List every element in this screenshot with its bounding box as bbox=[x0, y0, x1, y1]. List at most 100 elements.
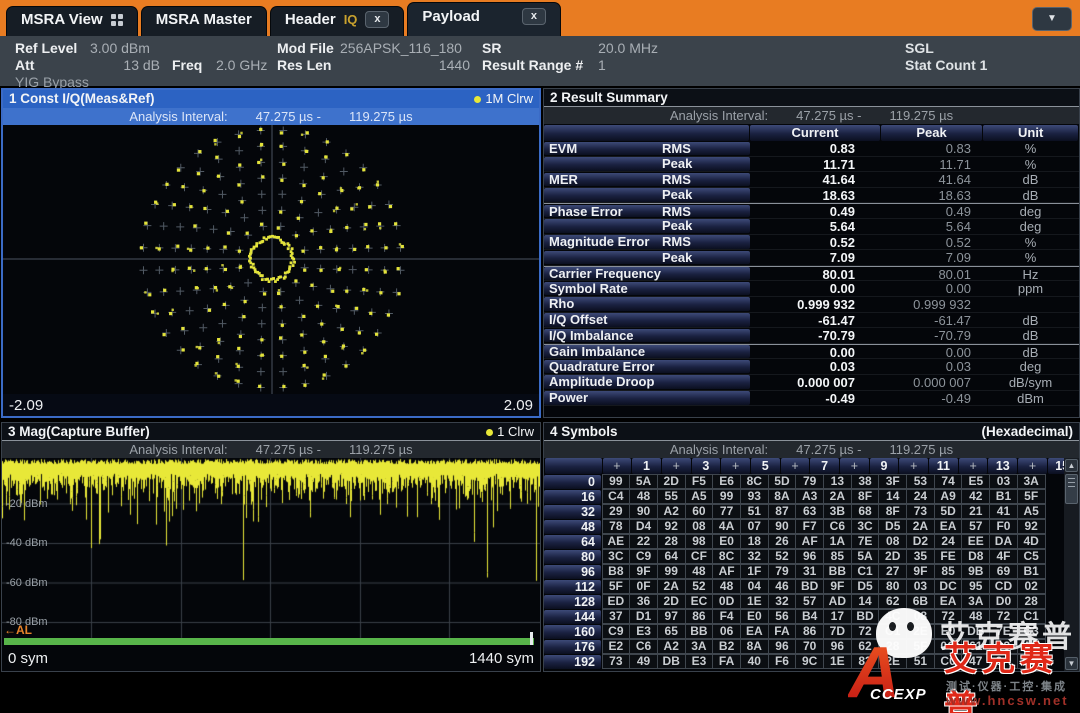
hex-cell: EE bbox=[961, 534, 990, 549]
hex-cell: B1 bbox=[1017, 564, 1046, 579]
hex-cell: EA bbox=[740, 624, 769, 639]
sr-value: 20.0 MHz bbox=[590, 40, 658, 56]
hex-cell: A9 bbox=[934, 489, 963, 504]
symbols-row-index: 144 bbox=[544, 610, 601, 625]
symbols-row-index: 128 bbox=[544, 595, 601, 610]
hex-cell: 31 bbox=[795, 564, 824, 579]
summary-row: Peak18.6318.63dB bbox=[544, 188, 1079, 204]
symbols-scrollbar[interactable]: ▲ ▼ bbox=[1064, 458, 1079, 671]
result-range-label[interactable]: Result Range # bbox=[482, 57, 583, 73]
symbols-col-header: 1 bbox=[632, 458, 661, 474]
symbols-row-index: 96 bbox=[544, 565, 601, 580]
summary-row-label: Carrier Frequency Error bbox=[544, 267, 750, 280]
symbols-format-label: (Hexadecimal) bbox=[981, 423, 1073, 441]
tab-payload[interactable]: Payload x bbox=[407, 2, 561, 36]
sr-label[interactable]: SR bbox=[482, 40, 501, 56]
hex-cell: 72 bbox=[851, 624, 880, 639]
mag-x-min: 0 sym bbox=[8, 650, 48, 667]
hex-cell: 02 bbox=[1017, 579, 1046, 594]
hex-cell: 9C bbox=[795, 654, 824, 669]
summary-current-value: 18.63 bbox=[751, 188, 881, 203]
hex-cell: 9B bbox=[961, 564, 990, 579]
hex-cell: A5 bbox=[685, 489, 714, 504]
summary-unit: % bbox=[983, 250, 1078, 265]
symbols-title-bar[interactable]: 4 Symbols (Hexadecimal) bbox=[544, 423, 1079, 441]
summary-peak-value: -61.47 bbox=[881, 313, 983, 328]
hex-cell: CF bbox=[685, 549, 714, 564]
symbols-col-header: 9 bbox=[870, 458, 899, 474]
summary-header-blank bbox=[544, 125, 749, 141]
const-title-bar[interactable]: 1 Const I/Q(Meas&Ref) 1M Clrw bbox=[3, 90, 539, 108]
summary-unit: Hz bbox=[983, 267, 1078, 281]
analysis-line-bar[interactable] bbox=[4, 638, 534, 645]
chevron-down-icon[interactable]: ▼ bbox=[1032, 7, 1072, 31]
hex-cell: 07 bbox=[740, 519, 769, 534]
hex-cell: 28 bbox=[657, 534, 686, 549]
hex-cell: DB bbox=[961, 624, 990, 639]
hex-cell: AF bbox=[795, 534, 824, 549]
summary-current-value: -61.47 bbox=[751, 313, 881, 328]
hex-cell: C5 bbox=[1017, 549, 1046, 564]
hex-cell: D5 bbox=[878, 519, 907, 534]
hex-cell: A3 bbox=[795, 489, 824, 504]
hex-cell: 13 bbox=[823, 474, 852, 489]
close-icon[interactable]: x bbox=[522, 8, 546, 25]
symbols-col-header: 5 bbox=[751, 458, 780, 474]
hex-cell: E3 bbox=[685, 654, 714, 669]
summary-row-label: Peak bbox=[544, 157, 750, 171]
att-value: 13 dB bbox=[100, 57, 160, 73]
symbols-col-header: + bbox=[1018, 458, 1047, 474]
hex-cell: AF bbox=[712, 564, 741, 579]
hex-cell: 79 bbox=[795, 474, 824, 489]
result-range-value: 1 bbox=[598, 57, 606, 73]
ref-level-label[interactable]: Ref Level bbox=[15, 40, 77, 56]
scrollbar-handle[interactable] bbox=[1065, 474, 1078, 504]
hex-cell: D1 bbox=[629, 609, 658, 624]
hex-cell: 51 bbox=[740, 504, 769, 519]
symbols-col-header: + bbox=[603, 458, 632, 474]
hex-cell: 69 bbox=[989, 564, 1018, 579]
mod-file-label[interactable]: Mod File bbox=[277, 40, 334, 56]
hex-cell: EA bbox=[934, 519, 963, 534]
tab-msra-view[interactable]: MSRA View bbox=[6, 6, 138, 36]
hex-cell: A5 bbox=[1017, 504, 1046, 519]
const-analysis-interval: Analysis Interval:47.275 µs -119.275 µs bbox=[3, 108, 539, 125]
hex-cell: 1E bbox=[823, 654, 852, 669]
hex-cell: C0 bbox=[934, 654, 963, 669]
hex-cell: 98 bbox=[685, 534, 714, 549]
hex-cell: EC bbox=[685, 594, 714, 609]
symbols-row-index: 64 bbox=[544, 535, 601, 550]
hex-cell: 57 bbox=[961, 519, 990, 534]
summary-row-label: Gain Imbalance bbox=[544, 345, 750, 358]
hex-cell: 96 bbox=[795, 549, 824, 564]
summary-title-bar[interactable]: 2 Result Summary bbox=[544, 89, 1079, 107]
freq-label[interactable]: Freq bbox=[172, 57, 202, 73]
hex-cell: 14 bbox=[878, 489, 907, 504]
summary-current-value: -70.79 bbox=[751, 328, 881, 343]
tab-msra-master[interactable]: MSRA Master bbox=[141, 6, 267, 36]
hex-cell: BD bbox=[795, 579, 824, 594]
hex-cell: 08 bbox=[878, 534, 907, 549]
hex-cell: 28 bbox=[878, 639, 907, 654]
tab-header[interactable]: Header IQ x bbox=[270, 6, 405, 36]
att-label[interactable]: Att bbox=[15, 57, 34, 73]
hex-cell: F0 bbox=[989, 519, 1018, 534]
hex-cell: B1 bbox=[989, 489, 1018, 504]
scroll-down-icon[interactable]: ▼ bbox=[1065, 657, 1078, 670]
hex-cell: A2 bbox=[657, 504, 686, 519]
hex-cell: 61 bbox=[961, 639, 990, 654]
hex-cell: 80 bbox=[878, 579, 907, 594]
mag-title-bar[interactable]: 3 Mag(Capture Buffer) 1 Clrw bbox=[2, 423, 540, 441]
hex-cell: 2A bbox=[823, 489, 852, 504]
scroll-up-icon[interactable]: ▲ bbox=[1065, 459, 1078, 472]
summary-peak-value: 0.83 bbox=[881, 141, 983, 156]
summary-unit: dB bbox=[983, 172, 1078, 187]
hex-cell: A2 bbox=[657, 639, 686, 654]
hex-cell: 86 bbox=[795, 624, 824, 639]
close-icon[interactable]: x bbox=[365, 11, 389, 28]
summary-peak-value: 11.71 bbox=[881, 157, 983, 172]
summary-peak-value: 0.03 bbox=[881, 359, 983, 374]
res-len-label[interactable]: Res Len bbox=[277, 57, 331, 73]
hex-cell: E0 bbox=[934, 624, 963, 639]
tab-header-label: Header bbox=[285, 11, 336, 28]
